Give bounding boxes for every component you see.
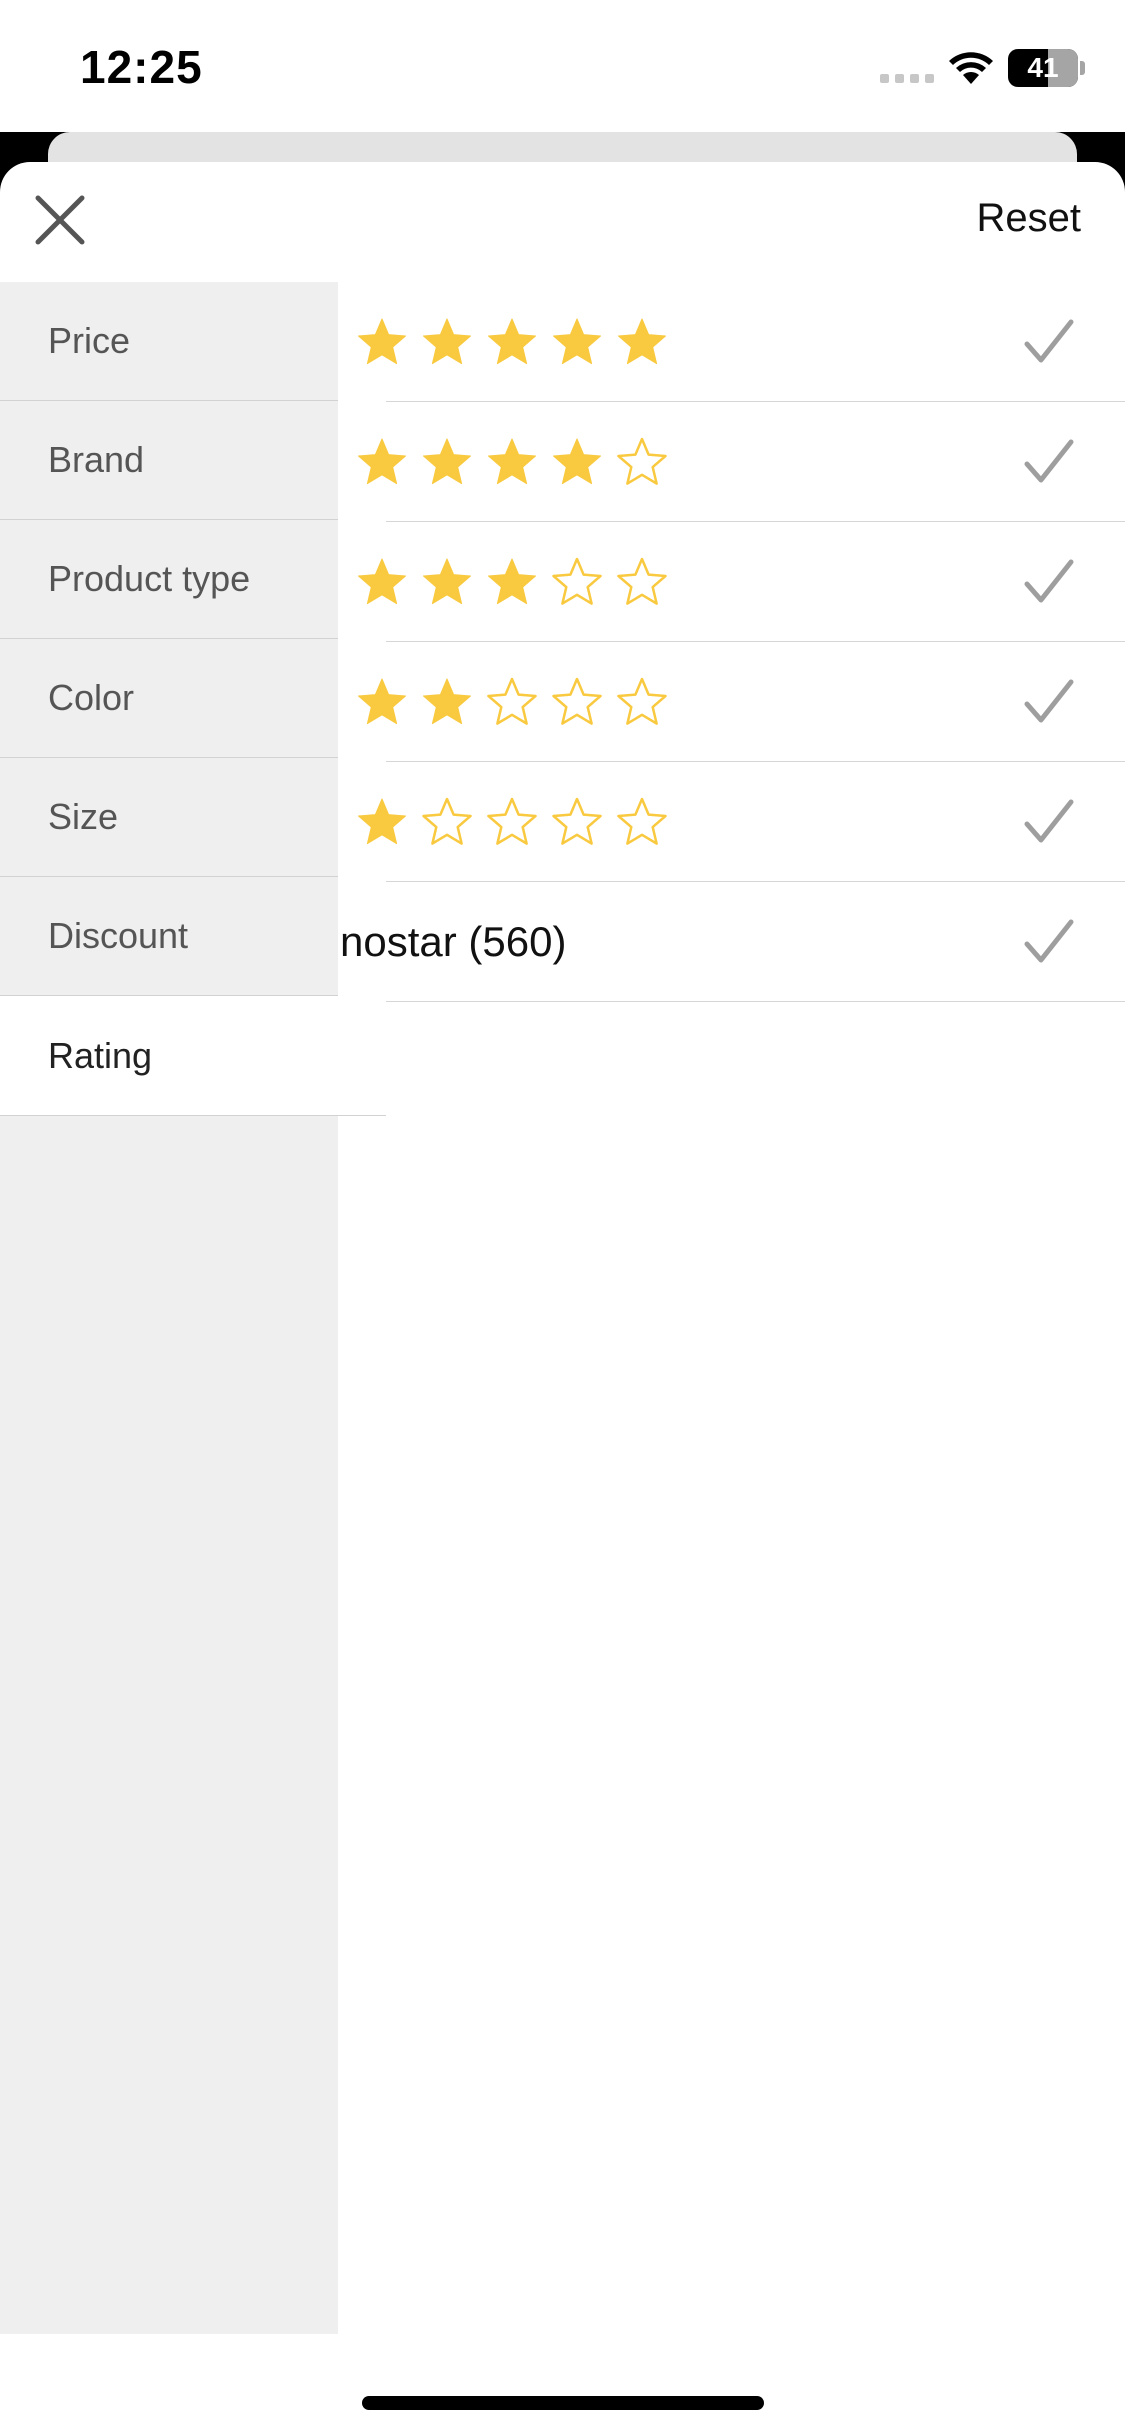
close-icon[interactable] bbox=[30, 190, 90, 250]
category-item-size[interactable]: Size bbox=[0, 758, 338, 877]
category-item-brand[interactable]: Brand bbox=[0, 401, 338, 520]
star-outline-icon bbox=[617, 557, 667, 605]
star-filled-icon bbox=[358, 558, 406, 604]
reset-button[interactable]: Reset bbox=[977, 196, 1082, 241]
checkmark-icon bbox=[1024, 799, 1074, 843]
star-filled-icon bbox=[488, 558, 536, 604]
star-filled-icon bbox=[358, 318, 406, 364]
star-filled-icon bbox=[553, 318, 601, 364]
rating-option-content: nostar (560) bbox=[340, 882, 566, 1001]
status-time: 12:25 bbox=[80, 41, 203, 93]
cellular-signal-icon bbox=[880, 74, 934, 83]
star-outline-icon bbox=[422, 797, 472, 845]
category-item-product-type[interactable]: Product type bbox=[0, 520, 338, 639]
star-filled-icon bbox=[618, 318, 666, 364]
category-item-discount[interactable]: Discount bbox=[0, 877, 338, 996]
rating-option-row[interactable] bbox=[358, 642, 1125, 762]
star-outline-icon bbox=[617, 677, 667, 725]
rating-option-content bbox=[356, 522, 681, 641]
star-outline-icon bbox=[617, 797, 667, 845]
filter-category-list: Price Brand Product type Color Size Discount R… bbox=[0, 282, 386, 2334]
rating-option-row[interactable] bbox=[358, 282, 1125, 402]
category-item-rating[interactable]: Rating bbox=[0, 996, 386, 1116]
star-filled-icon bbox=[488, 438, 536, 484]
checkmark-icon bbox=[1024, 319, 1074, 363]
rating-option-content bbox=[356, 402, 681, 521]
category-item-price[interactable]: Price bbox=[0, 282, 338, 401]
battery-cap bbox=[1080, 61, 1085, 75]
rating-option-content bbox=[356, 282, 681, 401]
rating-option-label: nostar (560) bbox=[340, 917, 567, 965]
star-filled-icon bbox=[358, 678, 406, 724]
star-filled-icon bbox=[423, 318, 471, 364]
checkmark-icon bbox=[1024, 679, 1074, 723]
star-filled-icon bbox=[553, 438, 601, 484]
checkmark-icon bbox=[1024, 559, 1074, 603]
checkmark-icon bbox=[1024, 919, 1074, 963]
star-outline-icon bbox=[552, 797, 602, 845]
status-bar: 12:25 41 bbox=[0, 0, 1125, 132]
star-filled-icon bbox=[488, 318, 536, 364]
battery-percent: 41 bbox=[1027, 52, 1059, 83]
wifi-icon bbox=[949, 52, 993, 84]
screen: 12:25 41 Reset Price Brand Product type Col… bbox=[0, 0, 1125, 2436]
star-filled-icon bbox=[423, 678, 471, 724]
star-filled-icon bbox=[358, 438, 406, 484]
star-filled-icon bbox=[423, 438, 471, 484]
rating-option-row[interactable] bbox=[358, 762, 1125, 882]
star-filled-icon bbox=[423, 558, 471, 604]
star-outline-icon bbox=[552, 557, 602, 605]
checkmark-icon bbox=[1024, 439, 1074, 483]
rating-option-list: nostar (560) bbox=[338, 282, 1125, 1002]
rating-option-content bbox=[356, 642, 681, 761]
star-outline-icon bbox=[552, 677, 602, 725]
filter-sheet: Reset Price Brand Product type Color Size Dis… bbox=[0, 162, 1125, 2436]
star-outline-icon bbox=[487, 797, 537, 845]
battery-icon: 41 bbox=[1008, 49, 1078, 87]
category-item-color[interactable]: Color bbox=[0, 639, 338, 758]
star-outline-icon bbox=[617, 437, 667, 485]
star-filled-icon bbox=[358, 798, 406, 844]
star-outline-icon bbox=[487, 677, 537, 725]
rating-option-row[interactable] bbox=[358, 522, 1125, 642]
rating-option-content bbox=[356, 762, 681, 881]
home-indicator bbox=[362, 2396, 764, 2410]
rating-option-row[interactable]: nostar (560) bbox=[340, 882, 1125, 1002]
rating-option-row[interactable] bbox=[358, 402, 1125, 522]
